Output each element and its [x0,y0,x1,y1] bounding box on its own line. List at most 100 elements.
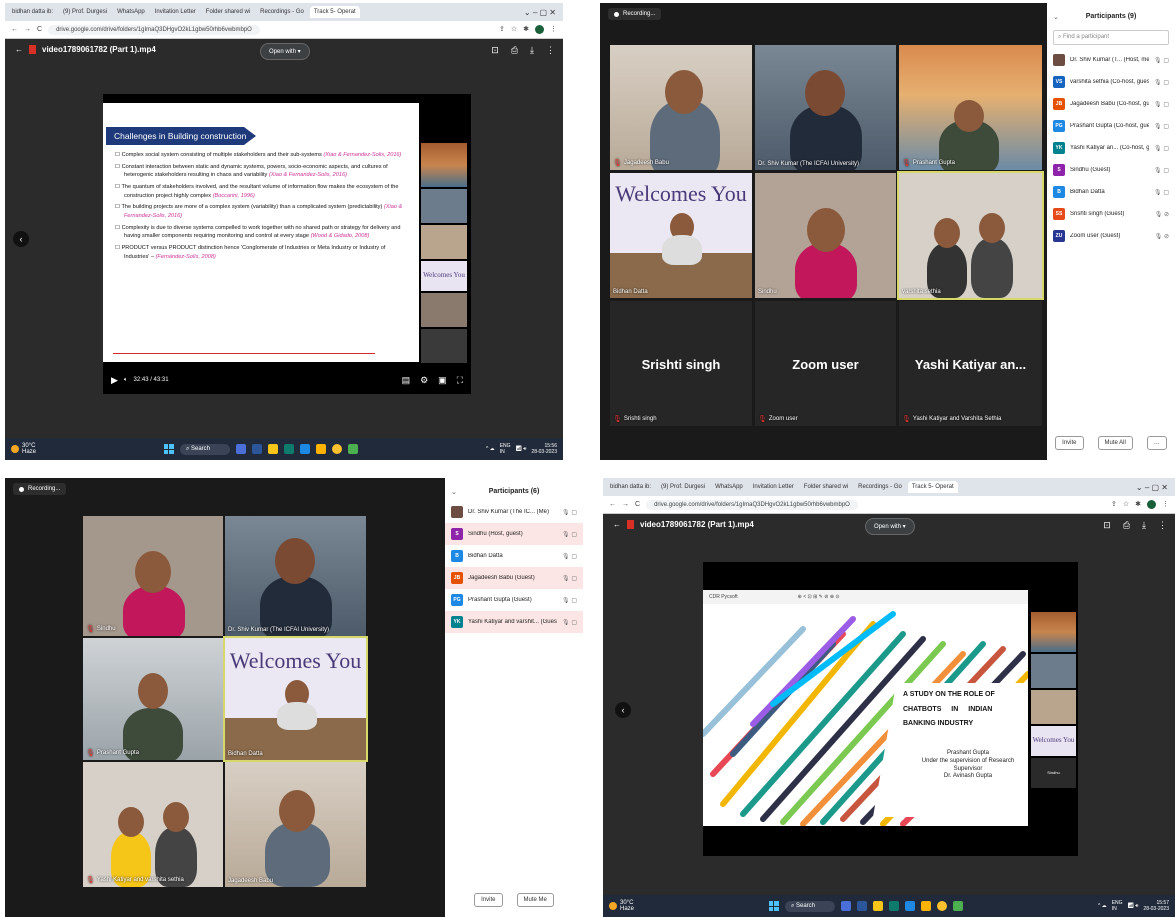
mic-camera-icon[interactable]: 🎙 ▢ [562,575,577,582]
browser-tab[interactable]: bidhan datta ib: [8,6,58,18]
more-icon[interactable]: ⋮ [1158,520,1167,531]
chrome-icon[interactable] [937,901,947,911]
menu-icon[interactable]: ⋮ [1162,500,1169,509]
app-icon[interactable] [921,901,931,911]
url-field[interactable]: drive.google.com/drive/folders/1gImaQ3DH… [48,24,260,35]
back-arrow-icon[interactable]: ← [15,45,23,54]
participant-row[interactable]: Dr. Shiv Kumar (T... (Host, me) 🎙 ▢ [1047,49,1175,71]
mic-camera-icon[interactable]: 🎙 ▢ [1154,167,1169,174]
browser-tab[interactable]: Folder shared wi [799,481,853,493]
participant-row[interactable]: S Sindhu (Host, guest) 🎙 ▢ [445,523,583,545]
participant-row[interactable]: SS Srishti singh (Guest) 🎙︎ ⊘ [1047,203,1175,225]
add-to-drive-icon[interactable]: ⊡ [1103,520,1111,531]
weather-widget[interactable]: 30°C Haze [11,443,36,455]
mic-camera-icon[interactable]: 🎙 ▢ [562,597,577,604]
browser-tab[interactable]: Folder shared wi [201,6,255,18]
windows-start-icon[interactable] [768,901,779,911]
participant-row[interactable]: VS varshita sethia (Co-host, guest) 🎙 ▢ [1047,71,1175,93]
video-tile[interactable]: Zoom user 🎙︎ Zoom user [755,301,896,426]
video-tile[interactable]: 🎙︎ Jagadeesh Babu [610,45,752,170]
browser-tab[interactable]: (9) Prof. Durgesi [657,481,710,493]
more-icon[interactable]: ⋮ [546,45,555,56]
mute-me-button[interactable]: Mute Me [516,893,554,907]
participant-row[interactable]: YK Yashi Katiyar and varshit... (Guest) 🎙 … [445,611,583,633]
video-tile[interactable]: 🎙︎ Prashant Gupta [83,638,223,760]
open-with-button[interactable]: Open with ▾ [865,518,915,535]
participant-row[interactable]: Dr. Shiv Kumar (The IC... (Me) 🎙 ▢ [445,501,583,523]
app-icon[interactable] [316,444,326,454]
participant-row[interactable]: JB Jagadeesh Babu (Guest) 🎙 ▢ [445,567,583,589]
print-icon[interactable]: ⎙ [511,45,518,56]
participant-row[interactable]: JB Jagadeesh Babu (Co-host, guest) 🎙 ▢ [1047,93,1175,115]
app-icon[interactable] [252,444,262,454]
prev-arrow-icon[interactable]: ‹ [615,702,631,718]
forward-icon[interactable]: → [622,501,629,508]
system-tray[interactable]: ^ ☁ ENG IN 📶︎ 🔊︎ 15:57 28-03-2023 [1098,900,1169,912]
recording-indicator[interactable]: Recording... [608,8,662,20]
browser-tab[interactable]: (9) Prof. Durgesi [59,6,112,18]
participant-row[interactable]: ZU Zoom user (Guest) 🎙︎ ⊘ [1047,225,1175,247]
browser-tab[interactable]: Invitation Letter [150,6,200,18]
back-icon[interactable]: ← [609,501,616,508]
video-frame[interactable]: Challenges in Building construction ☐ Co… [103,94,471,394]
extensions-icon[interactable]: ✱ [1135,500,1141,509]
download-icon[interactable]: ⤓ [1142,520,1146,531]
print-icon[interactable]: ⎙ [1123,520,1130,531]
browser-tab[interactable]: bidhan datta ib: [606,481,656,493]
window-controls[interactable]: ⌄ – ▢ ✕ [524,8,560,17]
chrome-icon[interactable] [332,444,342,454]
mic-camera-icon[interactable]: 🎙︎ ⊘ [1155,211,1169,218]
find-participant-input[interactable]: ⌕ Find a participant [1053,30,1169,45]
more-button[interactable]: … [1146,436,1167,450]
mic-camera-icon[interactable]: 🎙︎ ⊘ [1155,233,1169,240]
mic-camera-icon[interactable]: 🎙 ▢ [1154,79,1169,86]
app-icon[interactable] [857,901,867,911]
file-explorer-icon[interactable] [268,444,278,454]
mic-camera-icon[interactable]: 🎙 ▢ [562,531,577,538]
chevron-down-icon[interactable]: ⌄ [451,488,457,496]
recording-indicator[interactable]: Recording... [13,483,67,495]
back-icon[interactable]: ← [11,26,18,33]
volume-icon[interactable]: 🔈︎ [124,377,128,384]
browser-tab[interactable]: WhatsApp [711,481,747,493]
mic-camera-icon[interactable]: 🎙 ▢ [1154,57,1169,64]
avatar[interactable] [1147,500,1156,509]
participant-row[interactable]: YK Yashi Katiyar an... (Co-host, guest) 🎙 … [1047,137,1175,159]
add-to-drive-icon[interactable]: ⊡ [491,45,499,56]
prev-arrow-icon[interactable]: ‹ [13,231,29,247]
edge-icon[interactable] [905,901,915,911]
mute-all-button[interactable]: Mute All [1097,436,1133,450]
captions-icon[interactable]: ▤ [402,375,411,386]
video-tile[interactable]: 🎙︎ Prashant Gupta [899,45,1042,170]
app-icon[interactable] [284,444,294,454]
star-icon[interactable]: ☆ [511,25,517,34]
participant-row[interactable]: B Bidhan Datta 🎙 ▢ [445,545,583,567]
mic-camera-icon[interactable]: 🎙 ▢ [1154,123,1169,130]
browser-tab-active[interactable]: Track 5- Operat [309,6,360,18]
windows-start-icon[interactable] [163,444,174,454]
mic-camera-icon[interactable]: 🎙 ▢ [1154,145,1169,152]
weather-widget[interactable]: 30°C Haze [609,900,634,912]
app-icon[interactable] [889,901,899,911]
app-icon[interactable] [348,444,358,454]
browser-tab-active[interactable]: Track 5- Operat [907,481,958,493]
video-tile[interactable]: Sindhu [755,173,896,298]
taskbar-search[interactable]: ⌕ Search [179,443,230,455]
participant-row[interactable]: PG Prashant Gupta (Guest) 🎙 ▢ [445,589,583,611]
menu-icon[interactable]: ⋮ [550,25,557,34]
avatar[interactable] [535,25,544,34]
browser-tab[interactable]: Recordings - Go [854,481,906,493]
video-tile[interactable]: Srishti singh 🎙︎ Srishti singh [610,301,752,426]
extensions-icon[interactable]: ✱ [523,25,529,34]
video-frame[interactable]: CDR Pycsoft ⊕ < ⊡ ⊞ ✎ ⊘ ⊕ ⊙ A STUDY ON T… [703,562,1078,856]
window-controls[interactable]: ⌄ – ▢ ✕ [1136,483,1172,492]
video-tile-active-speaker[interactable]: Welcomes You Bidhan Datta [223,636,368,762]
video-tile[interactable]: Yashi Katiyar an... 🎙︎ Yashi Katiyar and V… [899,301,1042,426]
app-icon[interactable] [236,444,246,454]
video-tile[interactable]: Welcomes You Bidhan Datta [610,173,752,298]
reload-icon[interactable]: C [37,26,42,33]
star-icon[interactable]: ☆ [1123,500,1129,509]
mic-camera-icon[interactable]: 🎙 ▢ [562,553,577,560]
video-tile[interactable]: 🎙︎ Sindhu [83,516,223,636]
chevron-down-icon[interactable]: ⌄ [1053,13,1059,21]
